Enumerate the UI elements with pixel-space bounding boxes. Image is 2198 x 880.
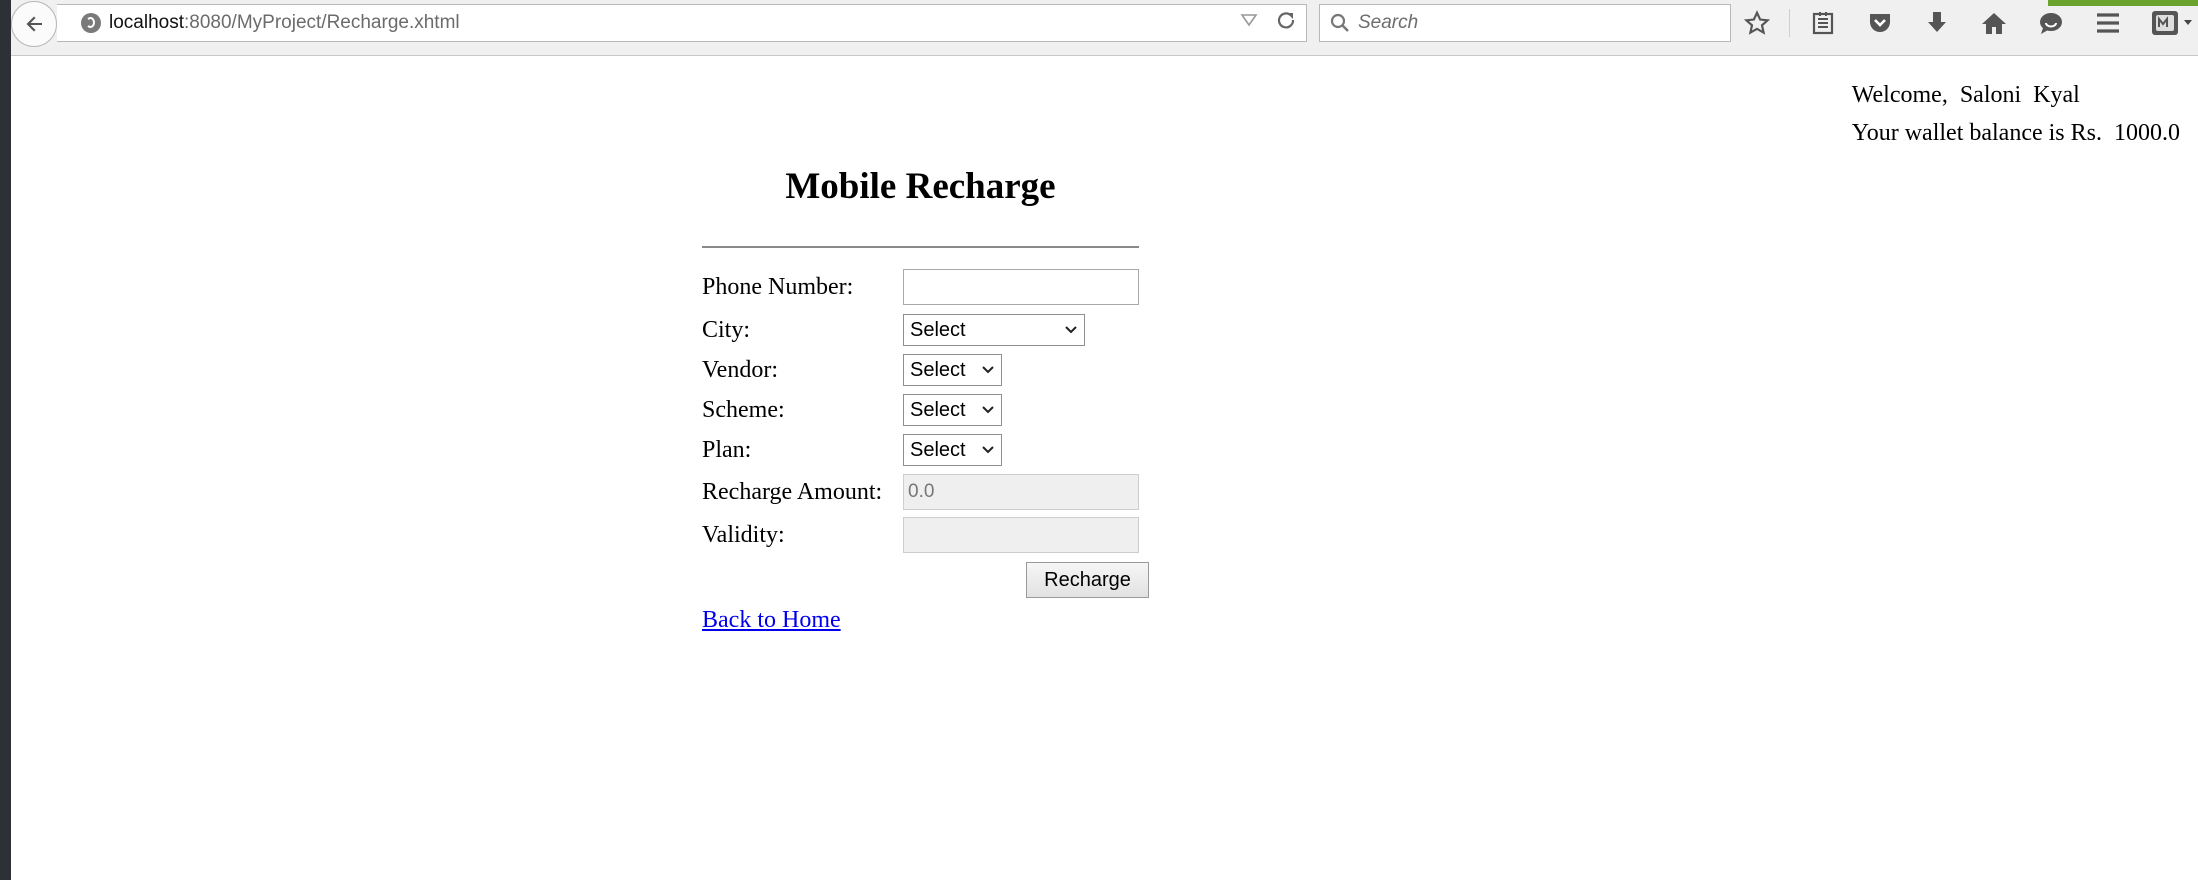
phone-label: Phone Number: xyxy=(702,273,854,300)
reading-list-icon xyxy=(1812,12,1834,35)
home-button[interactable] xyxy=(1979,8,2009,38)
home-icon xyxy=(1982,13,2006,34)
chat-icon xyxy=(2040,13,2062,34)
scheme-label: Scheme: xyxy=(702,396,785,423)
download-icon xyxy=(1928,12,1946,32)
scheme-row: Scheme: Select xyxy=(702,390,1002,430)
pocket-button[interactable] xyxy=(1865,8,1895,38)
vendor-selected-value: Select xyxy=(910,358,966,381)
plan-row: Plan: Select xyxy=(702,430,1002,470)
back-button[interactable] xyxy=(11,1,57,47)
back-arrow-icon xyxy=(26,16,42,32)
recharge-amount-input: 0.0 xyxy=(903,474,1139,510)
url-host: localhost xyxy=(109,12,184,33)
search-icon xyxy=(1330,13,1349,32)
extension-button[interactable] xyxy=(2150,8,2194,38)
recharge-button[interactable]: Recharge xyxy=(1026,562,1149,598)
download-button[interactable] xyxy=(1922,8,1952,38)
browser-toolbar: localhost:8080/MyProject/Recharge.xhtml … xyxy=(11,0,2198,56)
phone-row: Phone Number: xyxy=(702,267,1139,307)
recharge-form: Mobile Recharge Phone Number: City: Sele… xyxy=(702,111,1152,634)
chevron-down-icon xyxy=(1065,326,1077,334)
vendor-label: Vendor: xyxy=(702,356,778,383)
window-frame-edge xyxy=(0,0,11,880)
bookmark-star-button[interactable] xyxy=(1742,8,1772,38)
chat-button[interactable] xyxy=(2036,8,2066,38)
chevron-down-icon xyxy=(982,446,994,454)
phone-number-input[interactable] xyxy=(903,269,1139,305)
page-title: Mobile Recharge xyxy=(785,166,1056,207)
chevron-down-icon xyxy=(982,406,994,414)
amount-label: Recharge Amount: xyxy=(702,478,883,505)
toolbar-icons xyxy=(1742,8,2198,38)
plan-selected-value: Select xyxy=(910,438,966,461)
title-divider xyxy=(702,246,1139,248)
city-label: City: xyxy=(702,316,751,343)
vendor-row: Vendor: Select xyxy=(702,350,1002,390)
city-selected-value: Select xyxy=(910,318,966,341)
reading-list-button[interactable] xyxy=(1808,8,1838,38)
address-bar[interactable]: localhost:8080/MyProject/Recharge.xhtml xyxy=(57,4,1307,42)
menu-button[interactable] xyxy=(2093,8,2123,38)
amount-row: Recharge Amount: 0.0 xyxy=(702,472,1139,512)
back-to-home-link[interactable]: Back to Home xyxy=(702,607,841,634)
reload-icon[interactable] xyxy=(1276,10,1296,30)
plan-label: Plan: xyxy=(702,436,752,463)
pocket-icon xyxy=(1870,14,1890,32)
validity-input xyxy=(903,517,1139,553)
validity-row: Validity: xyxy=(702,515,1139,555)
scheme-selected-value: Select xyxy=(910,398,966,421)
city-row: City: Select xyxy=(702,310,1085,350)
user-welcome-panel: Welcome, Saloni Kyal Your wallet balance… xyxy=(1852,76,2180,152)
welcome-text: Welcome, Saloni Kyal xyxy=(1851,82,2080,108)
scheme-select[interactable]: Select xyxy=(903,394,1002,426)
vendor-select[interactable]: Select xyxy=(903,354,1002,386)
globe-icon xyxy=(81,13,101,33)
menu-icon xyxy=(2097,13,2119,33)
extension-icon xyxy=(2152,11,2192,35)
page-content: Welcome, Saloni Kyal Your wallet balance… xyxy=(11,56,2198,880)
dropmarker-icon[interactable] xyxy=(1240,13,1258,27)
search-bar[interactable]: Search xyxy=(1319,4,1731,42)
plan-select[interactable]: Select xyxy=(903,434,1002,466)
validity-label: Validity: xyxy=(702,521,785,548)
city-select[interactable]: Select xyxy=(903,314,1085,346)
toolbar-separator xyxy=(1789,9,1790,37)
wallet-balance-text: Your wallet balance is Rs. 1000.0 xyxy=(1851,120,2180,146)
window-accent-strip xyxy=(2048,0,2198,6)
chevron-down-icon xyxy=(982,366,994,374)
url-path: :8080/MyProject/Recharge.xhtml xyxy=(184,12,460,33)
search-placeholder: Search xyxy=(1358,12,1419,33)
star-icon xyxy=(1744,10,1770,35)
